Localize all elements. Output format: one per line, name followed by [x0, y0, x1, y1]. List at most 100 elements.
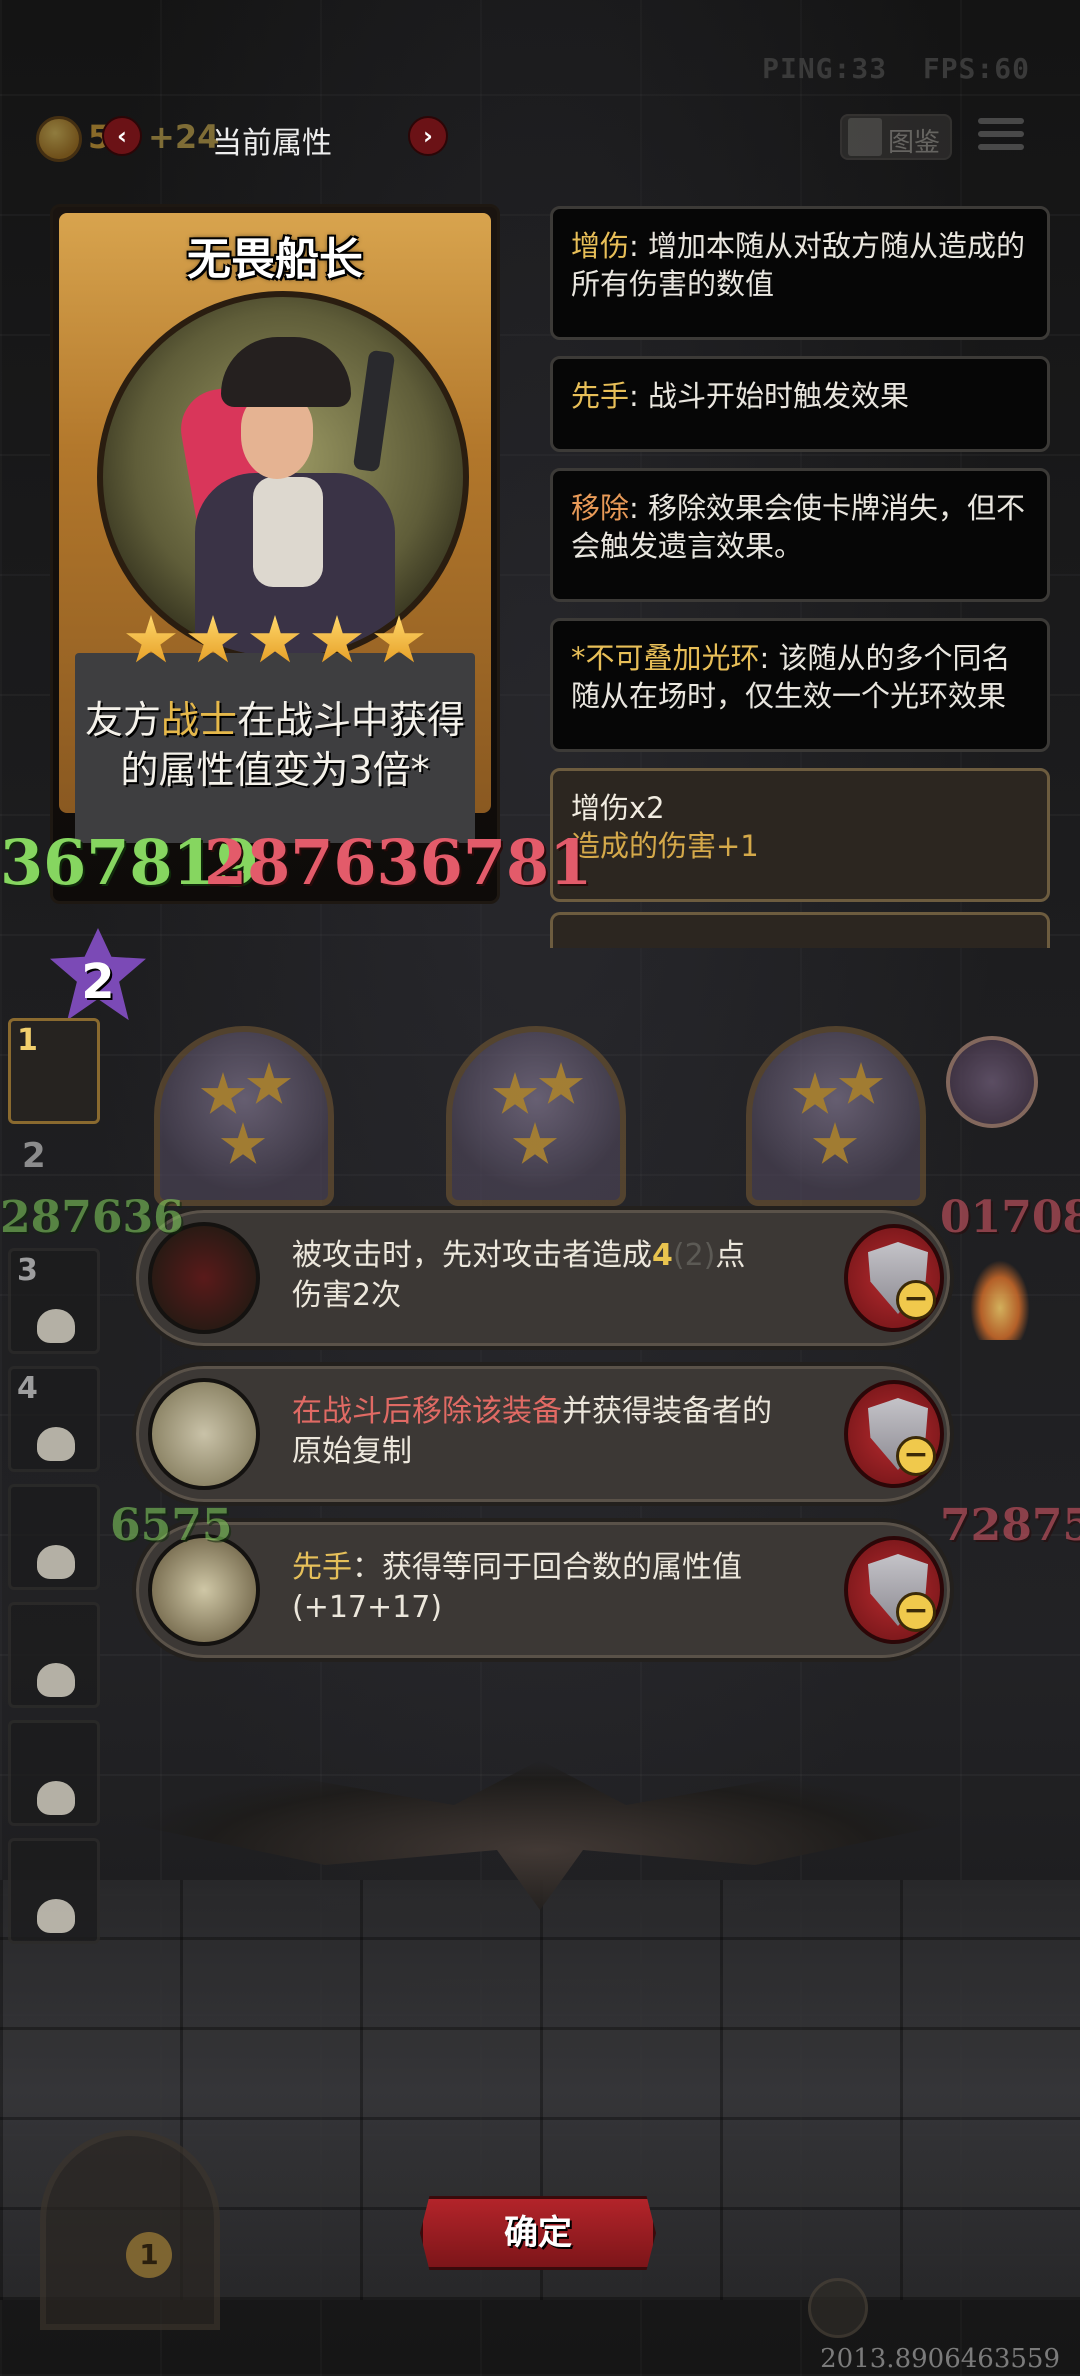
equip-text-line2: (+17+17)	[292, 1590, 443, 1625]
keyword-tooltip-remove: 移除: 移除效果会使卡牌消失，但不会触发遗言效果。	[550, 468, 1050, 602]
desc-pre: 友方	[84, 698, 161, 742]
slot-number: 1	[17, 1023, 38, 1058]
confirm-button[interactable]: 确定	[420, 2196, 656, 2270]
floating-number: 287636	[0, 1192, 184, 1243]
pirate-captain-portrait	[97, 291, 469, 663]
card-description: 友方战士在战斗中获得 的属性值变为3倍*	[63, 695, 487, 795]
side-slot-6[interactable]	[8, 1602, 100, 1708]
ping-text: PING:33	[762, 52, 888, 85]
card-name: 无畏船长	[187, 234, 363, 285]
pirate-hat-icon	[221, 337, 351, 407]
shop-door-icon[interactable]	[40, 2130, 220, 2330]
chevron-right-icon: ›	[423, 122, 433, 150]
star-icon	[188, 615, 238, 663]
side-slot-4[interactable]: 4	[8, 1366, 100, 1472]
star-rating	[125, 615, 425, 667]
desc-keyword: 战士	[160, 698, 237, 742]
board-unit[interactable]	[154, 1026, 334, 1206]
keyword-sep: :	[629, 229, 649, 263]
side-slot-7[interactable]	[8, 1720, 100, 1826]
keyword-tooltip-aura: *不可叠加光环: 该随从的多个同名随从在场时，仅生效一个光环效果	[550, 618, 1050, 752]
floating-number: 72875	[940, 1500, 1080, 1551]
minion-card: 无畏船长 友方战士在战斗中获得 的属性值变为3倍*	[50, 204, 500, 904]
bottom-value-readout: 2013.8906463559	[820, 2344, 1060, 2374]
keyword-tooltip-damage: 增伤: 增加本随从对敌方随从造成的所有伤害的数值	[550, 206, 1050, 340]
slot-number: 2	[22, 1136, 46, 1176]
chevron-left-icon: ‹	[117, 122, 127, 150]
quill-scroll-icon	[148, 1378, 260, 1490]
codex-label: 图鉴	[888, 128, 941, 158]
side-slot-1[interactable]: 1	[8, 1018, 100, 1124]
floating-number: 6575	[110, 1500, 233, 1551]
keyword-sep: :	[629, 491, 649, 525]
side-slot-8[interactable]	[8, 1838, 100, 1944]
buff-line1: 增伤x2	[571, 791, 665, 825]
next-attribute-button[interactable]: ›	[408, 116, 448, 156]
buff-panel-next	[550, 912, 1050, 948]
menu-button[interactable]	[978, 118, 1024, 158]
star-icon	[312, 615, 362, 663]
equip-text-part: ：获得等同于回合数的属性值	[352, 1550, 742, 1585]
remove-equipment-button[interactable]: −	[844, 1224, 944, 1332]
flintlock-icon	[352, 349, 396, 473]
side-slot-5[interactable]	[8, 1484, 100, 1590]
skull-icon	[37, 1427, 75, 1461]
star-icon	[250, 615, 300, 663]
keyword-sep: :	[629, 379, 649, 413]
keyword-name: *不可叠加光环	[571, 641, 760, 675]
coin-gain: +24	[148, 118, 220, 156]
minus-icon: −	[896, 1436, 936, 1476]
floating-number: 01708	[940, 1192, 1080, 1243]
fps-text: FPS:60	[922, 52, 1030, 85]
slot-number: 3	[17, 1253, 38, 1288]
keyword-name: 移除	[571, 491, 630, 525]
equip-text-part: 被攻击时，先对攻击者造成	[292, 1238, 652, 1273]
equipment-description: 在战斗后移除该装备并获得装备者的 原始复制	[292, 1392, 812, 1472]
equipment-row: 先手：获得等同于回合数的属性值 (+17+17) −	[132, 1518, 954, 1662]
door-coin-badge: 1	[126, 2232, 172, 2278]
skull-icon	[37, 1899, 75, 1933]
minus-icon: −	[896, 1280, 936, 1320]
codex-button[interactable]: 图鉴	[840, 114, 952, 160]
keyword-name: 先手	[571, 379, 630, 413]
round-number: 2	[81, 954, 115, 1010]
remove-equipment-button[interactable]: −	[844, 1380, 944, 1488]
desc-line2: 的属性值变为3倍*	[120, 748, 430, 792]
torch-icon	[970, 1260, 1030, 1340]
equip-text-part: 并获得装备者的	[562, 1394, 772, 1429]
board-unit[interactable]	[746, 1026, 926, 1206]
keyword-name: 增伤	[571, 229, 630, 263]
prev-attribute-button[interactable]: ‹	[102, 116, 142, 156]
slot-number: 4	[17, 1371, 38, 1406]
keyword-tooltip-first-strike: 先手: 战斗开始时触发效果	[550, 356, 1050, 452]
ping-fps-readout: PING:33 FPS:60	[762, 52, 1030, 85]
portal-icon[interactable]	[946, 1036, 1038, 1128]
equipment-row: 被攻击时，先对攻击者造成4(2)点 伤害2次 −	[132, 1206, 954, 1350]
emblem-icon[interactable]	[808, 2278, 868, 2338]
keyword-text: 战斗开始时触发效果	[648, 379, 910, 413]
side-slot-3[interactable]: 3	[8, 1248, 100, 1354]
equip-text-line2: 原始复制	[292, 1434, 412, 1469]
book-icon	[848, 118, 882, 156]
hamburger-menu-icon	[978, 118, 1024, 124]
current-attribute-title: 当前属性	[212, 126, 332, 161]
equip-text-line2: 伤害2次	[292, 1278, 402, 1313]
equipment-row: 在战斗后移除该装备并获得装备者的 原始复制 −	[132, 1362, 954, 1506]
coin-icon	[36, 116, 82, 162]
floating-number: 287636781	[204, 826, 593, 899]
buff-panel: 增伤x2 造成的伤害+1	[550, 768, 1050, 902]
star-icon	[126, 615, 176, 663]
keyword-sep: :	[759, 641, 779, 675]
board-unit[interactable]	[446, 1026, 626, 1206]
equip-highlight: 在战斗后移除该装备	[292, 1394, 562, 1429]
equipment-description: 先手：获得等同于回合数的属性值 (+17+17)	[292, 1548, 812, 1628]
buff-line2: 造成的伤害+1	[571, 829, 759, 863]
remove-equipment-button[interactable]: −	[844, 1536, 944, 1644]
equip-base-value: (2)	[672, 1238, 716, 1273]
equip-value: 4	[652, 1238, 673, 1273]
skull-icon	[37, 1309, 75, 1343]
minus-icon: −	[896, 1592, 936, 1632]
skull-icon	[37, 1545, 75, 1579]
equipment-description: 被攻击时，先对攻击者造成4(2)点 伤害2次	[292, 1236, 812, 1316]
skull-icon	[37, 1663, 75, 1697]
